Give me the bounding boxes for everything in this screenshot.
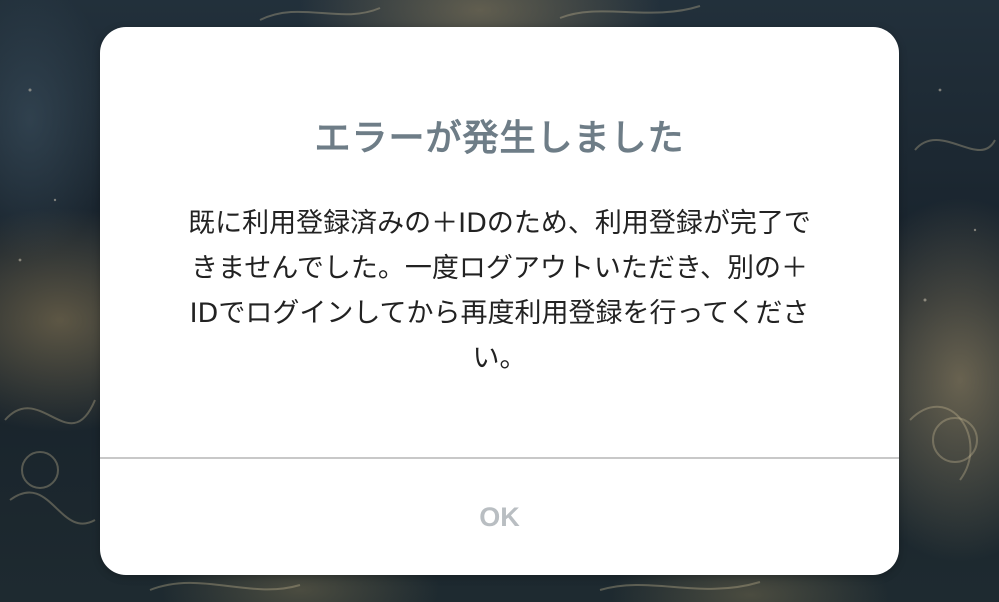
error-dialog: エラーが発生しました 既に利用登録済みの＋IDのため、利用登録が完了で きません… [100, 27, 899, 575]
dialog-title: エラーが発生しました [314, 118, 685, 159]
dialog-message: 既に利用登録済みの＋IDのため、利用登録が完了で きませんでした。一度ログアウト… [140, 201, 859, 381]
ok-button[interactable]: OK [100, 459, 899, 575]
message-line: IDでログインしてから再度利用登録を行ってくださ [189, 298, 810, 329]
message-line: い。 [472, 343, 527, 374]
message-line: 既に利用登録済みの＋IDのため、利用登録が完了で [188, 208, 811, 239]
message-line: きませんでした。一度ログアウトいただき、別の＋ [191, 253, 808, 284]
